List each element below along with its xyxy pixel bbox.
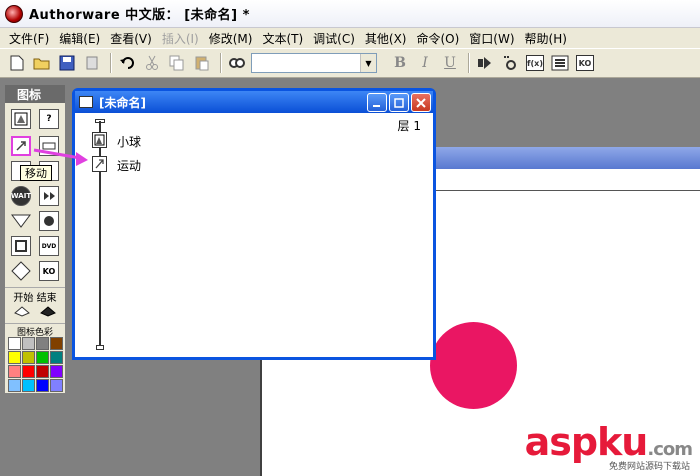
watermark-subtitle: 免费网站源码下载站	[608, 462, 690, 472]
watermark-logo: aspku.com	[524, 420, 693, 464]
drag-arrow-icon	[33, 148, 88, 166]
